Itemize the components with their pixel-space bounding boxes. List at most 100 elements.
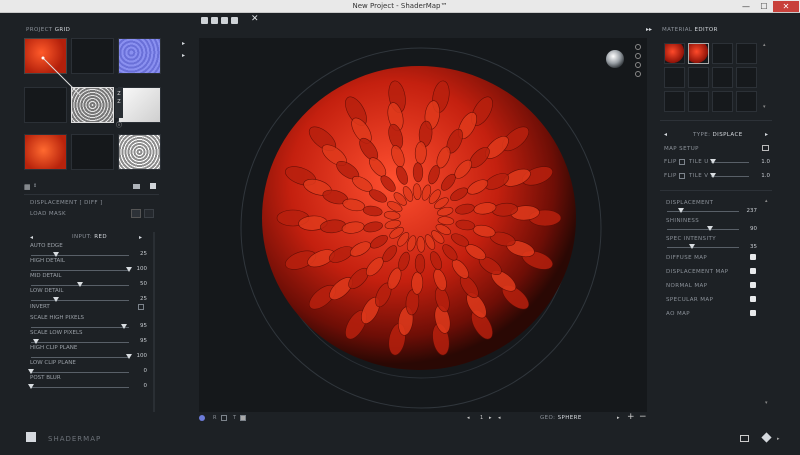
close-button[interactable]: ✕ — [773, 1, 799, 12]
frame-prev-arrow[interactable]: ◂ — [467, 415, 470, 421]
tools-icon[interactable]: ✕ — [251, 14, 259, 24]
view-option-icon[interactable] — [635, 53, 641, 59]
settings-arrow-icon[interactable]: ▸ — [777, 436, 780, 442]
render-t-checkbox[interactable] — [240, 415, 246, 421]
grid-node-cavity[interactable] — [118, 134, 161, 170]
geometry-selector[interactable]: GEO: SPHERE — [540, 415, 582, 421]
view-option-icon[interactable] — [635, 71, 641, 77]
param-slider-track[interactable] — [31, 255, 129, 256]
param-slider-knob[interactable] — [121, 324, 128, 329]
prop-slider-track[interactable] — [667, 229, 739, 230]
material-slot-2-selected[interactable] — [688, 43, 709, 64]
map-toggle[interactable] — [750, 282, 756, 288]
maximize-button[interactable]: ☐ — [755, 1, 773, 12]
material-slot-1[interactable] — [664, 43, 685, 64]
grid-node-specular[interactable] — [118, 87, 161, 123]
grid-node-normal[interactable] — [118, 38, 161, 74]
tile-slider-track[interactable] — [711, 162, 749, 163]
param-slider-track[interactable] — [31, 300, 129, 301]
param-slider-track[interactable] — [31, 270, 129, 271]
prop-slider-track[interactable] — [667, 247, 739, 248]
param-slider-knob[interactable] — [28, 384, 34, 389]
param-slider-track[interactable] — [31, 387, 129, 388]
input-prev-arrow[interactable]: ◂ — [30, 234, 33, 241]
param-slider-knob[interactable] — [77, 282, 83, 287]
frame-next-arrow[interactable]: ▸ — [489, 415, 492, 421]
param-slider-knob[interactable] — [126, 354, 132, 359]
load-mask-button[interactable] — [131, 209, 141, 218]
tile-slider-knob[interactable] — [710, 159, 716, 164]
left-scrollbar[interactable] — [153, 232, 155, 412]
invert-checkbox[interactable] — [138, 304, 144, 310]
save-grid-icon[interactable] — [150, 183, 156, 189]
grid-size-arrows-icon[interactable]: ⇕ — [33, 183, 37, 189]
material-type-selector[interactable]: TYPE: DISPLACE — [693, 132, 743, 138]
collapse-left-icon[interactable]: ▸ — [182, 40, 185, 47]
material-slot[interactable] — [688, 91, 709, 112]
map-toggle[interactable] — [750, 268, 756, 274]
prop-slider-knob[interactable] — [707, 226, 714, 231]
type-next-arrow[interactable]: ▸ — [765, 131, 768, 138]
param-slider-track[interactable] — [31, 357, 129, 358]
save-as-icon[interactable] — [231, 17, 238, 24]
grid-node-ao[interactable] — [24, 134, 67, 170]
geo-next-arrow[interactable]: ▸ — [617, 415, 620, 421]
material-slot[interactable] — [712, 67, 733, 88]
material-slot[interactable] — [712, 43, 733, 64]
props-scroll-up[interactable]: ▴ — [765, 198, 768, 204]
render-r-checkbox[interactable] — [221, 415, 227, 421]
material-slot[interactable] — [736, 67, 757, 88]
open-grid-icon[interactable] — [133, 184, 140, 189]
material-slot[interactable] — [664, 67, 685, 88]
slots-scroll-down[interactable]: ▾ — [763, 104, 766, 110]
geo-prev-arrow[interactable]: ◂ — [498, 415, 501, 421]
zoom-out-icon[interactable]: − — [639, 412, 647, 422]
material-slot[interactable] — [736, 43, 757, 64]
tile-slider-track[interactable] — [711, 176, 749, 177]
material-slot[interactable] — [664, 91, 685, 112]
param-slider-knob[interactable] — [52, 252, 59, 257]
map-toggle[interactable] — [750, 310, 756, 316]
input-selector[interactable]: INPUT: RED — [72, 234, 107, 240]
param-slider-knob[interactable] — [52, 297, 59, 302]
collapse-right-icon[interactable]: ▸▸ — [646, 26, 652, 33]
input-next-arrow[interactable]: ▸ — [139, 234, 142, 241]
new-file-icon[interactable] — [201, 17, 208, 24]
material-slot[interactable] — [688, 67, 709, 88]
slots-scroll-up[interactable]: ▴ — [763, 42, 766, 48]
param-slider-track[interactable] — [31, 342, 129, 343]
open-folder-icon[interactable] — [211, 17, 218, 24]
param-slider-track[interactable] — [31, 327, 129, 328]
minimize-button[interactable]: — — [737, 1, 755, 12]
param-slider-knob[interactable] — [126, 267, 132, 272]
material-slot[interactable] — [736, 91, 757, 112]
param-slider-knob[interactable] — [28, 369, 34, 374]
save-icon[interactable] — [221, 17, 228, 24]
grid-view-icon[interactable]: ▦ — [24, 183, 31, 191]
grid-node-empty[interactable] — [71, 134, 114, 170]
param-slider-knob[interactable] — [32, 339, 39, 344]
prop-label: DISPLACEMENT — [666, 200, 714, 206]
light-direction-icon[interactable] — [606, 50, 624, 68]
zoom-in-icon[interactable]: + — [627, 412, 635, 422]
node-info-icon[interactable]: ⓘ — [116, 120, 122, 129]
layout-icon[interactable] — [740, 435, 749, 442]
flip-checkbox[interactable] — [679, 159, 685, 165]
props-scroll-down[interactable]: ▾ — [765, 400, 768, 406]
type-prev-arrow[interactable]: ◂ — [664, 131, 667, 138]
prop-slider-knob[interactable] — [689, 244, 696, 249]
material-sphere-icon[interactable] — [199, 415, 205, 421]
prop-slider-knob[interactable] — [678, 208, 685, 213]
param-slider-track[interactable] — [31, 372, 129, 373]
3d-viewport[interactable] — [199, 38, 647, 412]
map-toggle[interactable] — [750, 254, 756, 260]
view-option-icon[interactable] — [635, 62, 641, 68]
tile-slider-knob[interactable] — [710, 173, 716, 178]
view-option-icon[interactable] — [635, 44, 641, 50]
map-toggle[interactable] — [750, 296, 756, 302]
expand-left-icon[interactable]: ▸ — [182, 52, 185, 59]
map-setup-calendar-icon[interactable] — [762, 145, 769, 151]
material-slot[interactable] — [712, 91, 733, 112]
flip-checkbox[interactable] — [679, 173, 685, 179]
clear-mask-button[interactable] — [144, 209, 154, 218]
